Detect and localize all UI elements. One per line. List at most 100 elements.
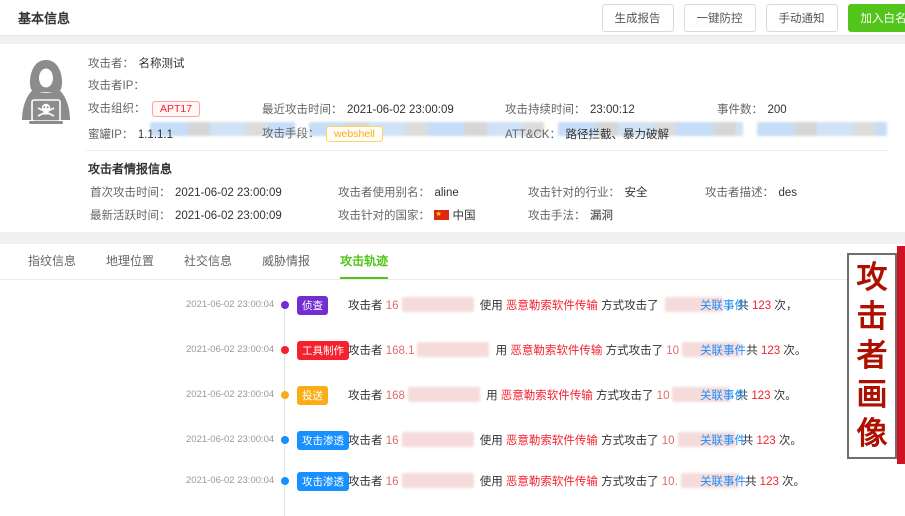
watermark-red-strip	[897, 246, 905, 464]
card-divider	[85, 150, 889, 151]
target-country-value: 中国	[452, 210, 475, 222]
duration-value: 23:00:12	[590, 104, 635, 116]
description-label: 攻击者描述：	[705, 187, 774, 199]
industry-label: 攻击针对的行业：	[528, 187, 620, 199]
add-whitelist-button[interactable]: 加入白名单	[848, 4, 905, 32]
stage-badge-exploit: 攻击渗透	[297, 431, 349, 450]
description-field: 攻击者描述： des	[705, 183, 797, 201]
ip-redaction	[402, 432, 474, 447]
attacker-ip-field: 攻击者IP：	[88, 76, 145, 94]
detail-section: 指纹信息 地理位置 社交信息 威胁情报 攻击轨迹 2021-06-02 23:0…	[0, 244, 905, 516]
attack-method-field: 攻击手段： webshell	[262, 124, 383, 142]
timeline-row: 2021-06-02 23:00:04 攻击渗透 攻击者 16 使用 恶意勒索软…	[0, 470, 905, 492]
ip-redaction-block	[757, 122, 887, 136]
attck-value: 路径拦截、暴力破解	[565, 129, 669, 141]
alias-field: 攻击者使用别名： aline	[338, 183, 459, 201]
technique-field: 攻击手法： 漏洞	[528, 206, 613, 224]
first-attack-field: 首次攻击时间： 2021-06-02 23:00:09	[90, 183, 282, 201]
related-events-link[interactable]: 关联事件	[700, 387, 746, 403]
timeline-dot	[281, 477, 289, 485]
timeline-time: 2021-06-02 23:00:04	[186, 389, 274, 400]
alias-value: aline	[434, 187, 458, 199]
related-events-link[interactable]: 关联事件	[700, 342, 746, 358]
tab-threat-intel[interactable]: 威胁情报	[262, 252, 310, 279]
duration-label: 攻击持续时间：	[505, 104, 586, 116]
attacker-name-value: 名称测试	[138, 58, 184, 70]
attack-org-field: 攻击组织： APT17	[88, 99, 200, 117]
topbar-buttons: 生成报告 一键防控 手动通知 加入白名单	[602, 4, 905, 32]
recent-attack-field: 最近攻击时间： 2021-06-02 23:00:09	[262, 100, 454, 118]
tab-social[interactable]: 社交信息	[184, 252, 232, 279]
timeline-time: 2021-06-02 23:00:04	[186, 475, 274, 486]
timeline-row: 2021-06-02 23:00:04 工具制作 攻击者 168.1 用 恶意勒…	[0, 339, 905, 361]
topbar: 基本信息 生成报告 一键防控 手动通知 加入白名单	[0, 0, 905, 36]
timeline-time: 2021-06-02 23:00:04	[186, 344, 274, 355]
first-attack-value: 2021-06-02 23:00:09	[175, 187, 282, 199]
attack-org-label: 攻击组织：	[88, 103, 146, 115]
attacker-name-field: 攻击者： 名称测试	[88, 54, 184, 72]
basic-info-card: 攻击者： 名称测试 攻击者IP： 攻击组织： APT17 最近攻击时间： 202…	[0, 44, 905, 232]
timeline-dot	[281, 301, 289, 309]
ip-redaction	[408, 387, 480, 402]
recent-attack-value: 2021-06-02 23:00:09	[347, 104, 454, 116]
last-active-value: 2021-06-02 23:00:09	[175, 210, 282, 222]
hacker-avatar-icon	[20, 58, 72, 138]
stage-badge-exploit: 攻击渗透	[297, 472, 349, 491]
target-country-label: 攻击针对的国家：	[338, 210, 430, 222]
tab-bar: 指纹信息 地理位置 社交信息 威胁情报 攻击轨迹	[0, 244, 905, 280]
page-title: 基本信息	[18, 8, 70, 27]
stage-badge-delivery: 投送	[297, 386, 328, 405]
honeypot-ip-field: 蜜罐IP： 1.1.1.1	[88, 125, 173, 143]
description-value: des	[778, 187, 797, 199]
china-flag-icon	[434, 210, 449, 220]
technique-label: 攻击手法：	[528, 210, 586, 222]
attacker-name-label: 攻击者：	[88, 58, 134, 70]
apt-org-badge: APT17	[152, 101, 200, 117]
timeline-row: 2021-06-02 23:00:04 攻击渗透 攻击者 16 使用 恶意勒索软…	[0, 429, 905, 451]
manual-notify-button[interactable]: 手动通知	[766, 4, 838, 32]
first-attack-label: 首次攻击时间：	[90, 187, 171, 199]
tab-attack-trajectory[interactable]: 攻击轨迹	[340, 252, 388, 279]
timeline-dot	[281, 391, 289, 399]
timeline-row: 2021-06-02 23:00:04 投送 攻击者 168 用 恶意勒索软件传…	[0, 384, 905, 406]
last-active-label: 最新活跃时间：	[90, 210, 171, 222]
attck-label: ATT&CK：	[505, 129, 561, 141]
related-events-link[interactable]: 关联事件	[700, 432, 746, 448]
tab-geolocation[interactable]: 地理位置	[106, 252, 154, 279]
timeline-time: 2021-06-02 23:00:04	[186, 299, 274, 310]
duration-field: 攻击持续时间： 23:00:12	[505, 100, 635, 118]
related-events-link[interactable]: 关联事件	[700, 473, 746, 489]
timeline-row: 2021-06-02 23:00:04 侦查 攻击者 16 使用 恶意勒索软件传…	[0, 294, 905, 316]
webshell-badge: webshell	[326, 126, 383, 142]
ip-redaction	[402, 473, 474, 488]
target-country-field: 攻击针对的国家： 中国	[338, 206, 475, 224]
honeypot-ip-value: 1.1.1.1	[138, 129, 173, 141]
alias-label: 攻击者使用别名：	[338, 187, 430, 199]
stage-badge-weaponize: 工具制作	[297, 341, 349, 360]
industry-field: 攻击针对的行业： 安全	[528, 183, 647, 201]
technique-value: 漏洞	[590, 210, 613, 222]
timeline-time: 2021-06-02 23:00:04	[186, 434, 274, 445]
attacker-ip-label: 攻击者IP：	[88, 80, 145, 92]
ip-redaction	[417, 342, 489, 357]
attacker-portrait-page: 基本信息 生成报告 一键防控 手动通知 加入白名单 攻击者： 名称测试	[0, 0, 905, 516]
attck-field: ATT&CK： 路径拦截、暴力破解	[505, 125, 669, 143]
attacker-portrait-watermark: 攻击者画像	[847, 253, 897, 459]
industry-value: 安全	[624, 187, 647, 199]
one-key-defense-button[interactable]: 一键防控	[684, 4, 756, 32]
ip-redaction	[402, 297, 474, 312]
event-count-label: 事件数：	[717, 104, 763, 116]
attack-method-label: 攻击手段：	[262, 128, 320, 140]
generate-report-button[interactable]: 生成报告	[602, 4, 674, 32]
event-count-field: 事件数： 200	[717, 100, 787, 118]
timeline-dot	[281, 436, 289, 444]
recent-attack-label: 最近攻击时间：	[262, 104, 343, 116]
timeline-dot	[281, 346, 289, 354]
stage-badge-recon: 侦查	[297, 296, 328, 315]
honeypot-ip-label: 蜜罐IP：	[88, 129, 133, 141]
related-events-link[interactable]: 关联事件	[700, 297, 746, 313]
tab-fingerprint[interactable]: 指纹信息	[28, 252, 76, 279]
event-count-value: 200	[767, 104, 786, 116]
last-active-field: 最新活跃时间： 2021-06-02 23:00:09	[90, 206, 282, 224]
intel-section-title: 攻击者情报信息	[88, 162, 172, 176]
